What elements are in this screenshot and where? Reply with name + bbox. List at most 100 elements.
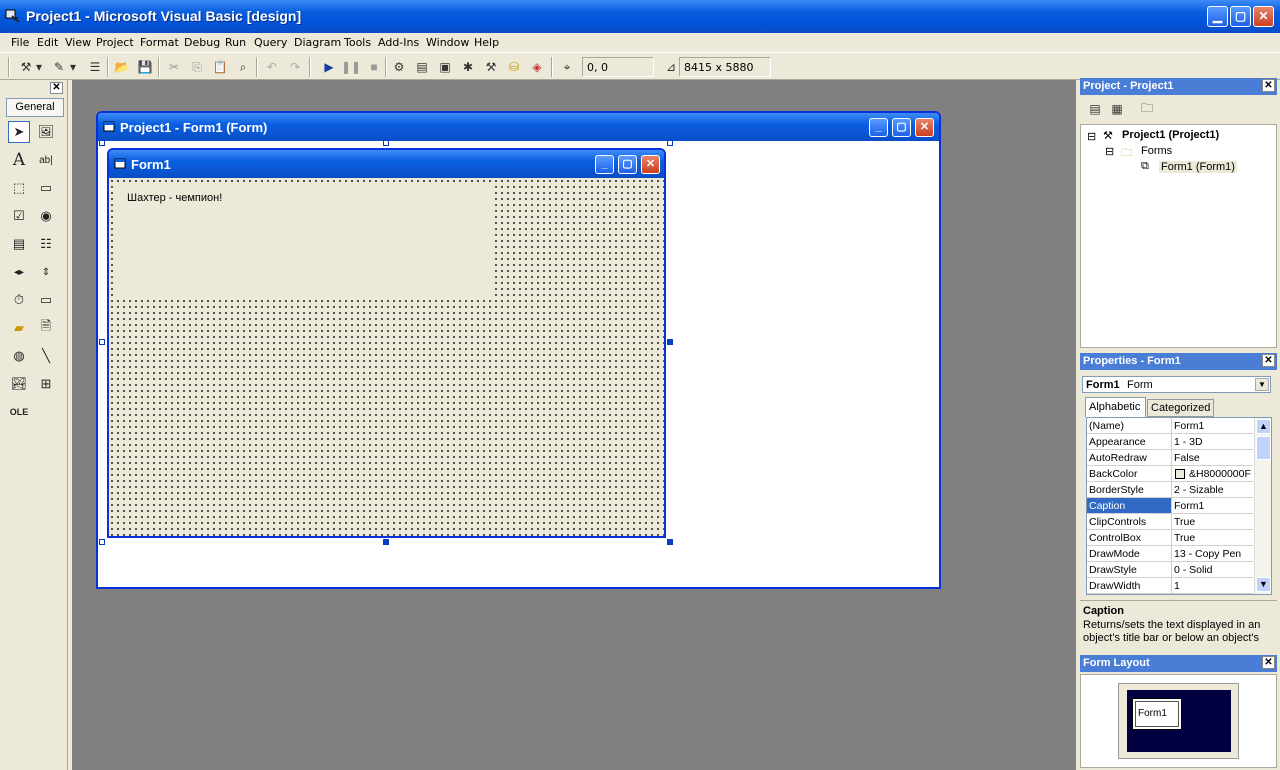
picturebox-tool-icon[interactable]: 🖼 xyxy=(35,121,57,143)
timer-tool-icon[interactable]: ⏱ xyxy=(8,289,30,311)
menu-run[interactable]: Run xyxy=(225,36,246,49)
project-explorer-header[interactable]: Project - Project1 ✕ xyxy=(1080,78,1277,95)
pointer-tool-icon[interactable]: ➤ xyxy=(8,121,30,143)
object-browser-icon[interactable]: ✱ xyxy=(459,58,477,76)
break-icon[interactable]: ❚❚ xyxy=(341,58,361,76)
toolbar-grip[interactable] xyxy=(8,57,10,77)
tab-categorized[interactable]: Categorized xyxy=(1147,399,1214,417)
scroll-up-icon[interactable]: ▲ xyxy=(1256,419,1271,434)
dirlistbox-tool-icon[interactable]: ▰ xyxy=(8,317,30,339)
toolbox-close-icon[interactable]: ✕ xyxy=(50,82,63,94)
textbox-tool-icon[interactable]: ab| xyxy=(35,149,57,171)
menu-debug[interactable]: Debug xyxy=(184,36,220,49)
tree-form1-item[interactable]: Form1 (Form1) xyxy=(1159,161,1237,173)
designer-minimize-button[interactable]: _ xyxy=(869,118,888,137)
property-value[interactable]: 1 xyxy=(1174,580,1252,592)
commandbutton-tool-icon[interactable]: ▭ xyxy=(35,177,57,199)
property-scrollbar[interactable]: ▲ ▼ xyxy=(1254,418,1271,594)
start-icon[interactable]: ▶ xyxy=(320,58,338,76)
scroll-thumb[interactable] xyxy=(1256,436,1271,460)
property-row[interactable]: AutoRedraw False xyxy=(1087,450,1253,466)
menu-add-ins[interactable]: Add-Ins xyxy=(378,36,419,49)
chevron-down-icon[interactable]: ▼ xyxy=(1255,378,1269,391)
filelistbox-tool-icon[interactable]: 🗎 xyxy=(35,317,57,339)
find-icon[interactable]: ⌕ xyxy=(234,58,252,76)
listbox-tool-icon[interactable]: ☷ xyxy=(35,233,57,255)
form-preview[interactable]: Form1 xyxy=(1132,698,1182,730)
toolbox-icon[interactable]: ⚒ xyxy=(482,58,500,76)
cut-icon[interactable]: ✂ xyxy=(165,58,183,76)
menu-project[interactable]: Project xyxy=(96,36,134,49)
property-value[interactable]: Form1 xyxy=(1174,500,1252,512)
property-value[interactable]: True xyxy=(1174,532,1252,544)
line-tool-icon[interactable]: ╲ xyxy=(35,345,57,367)
tree-forms-folder[interactable]: Forms xyxy=(1141,145,1172,157)
designer-title-bar[interactable]: Project1 - Form1 (Form) _ ▢ ✕ xyxy=(98,113,939,141)
undo-icon[interactable]: ↶ xyxy=(263,58,281,76)
label-tool-icon[interactable]: A xyxy=(8,149,30,171)
property-row[interactable]: BackColor &H8000000F xyxy=(1087,466,1253,482)
form-layout-close-icon[interactable]: ✕ xyxy=(1262,656,1275,669)
properties-window-icon[interactable]: ▤ xyxy=(413,58,431,76)
property-row[interactable]: BorderStyle 2 - Sizable xyxy=(1087,482,1253,498)
hscrollbar-tool-icon[interactable]: ◂▸ xyxy=(8,261,30,283)
copy-icon[interactable]: ⎘ xyxy=(188,58,206,76)
view-code-icon[interactable]: ▤ xyxy=(1086,100,1104,118)
menu-window[interactable]: Window xyxy=(426,36,469,49)
frame-tool-icon[interactable]: ⬚ xyxy=(8,177,30,199)
property-value[interactable]: Form1 xyxy=(1174,420,1252,432)
menu-tools[interactable]: Tools xyxy=(344,36,371,49)
property-row[interactable]: DrawMode 13 - Copy Pen xyxy=(1087,546,1253,562)
tree-collapse-icon[interactable]: ⊟ xyxy=(1105,145,1114,158)
property-row[interactable]: Appearance 1 - 3D xyxy=(1087,434,1253,450)
maximize-button[interactable]: ▢ xyxy=(1230,6,1251,27)
shape-tool-icon[interactable]: ◍ xyxy=(8,345,30,367)
tab-alphabetic[interactable]: Alphabetic xyxy=(1085,397,1146,417)
tree-collapse-icon[interactable]: ⊟ xyxy=(1087,130,1096,143)
property-value[interactable]: 2 - Sizable xyxy=(1174,484,1252,496)
label-control[interactable]: Шахтер - чемпион! xyxy=(117,186,491,296)
properties-close-icon[interactable]: ✕ xyxy=(1262,354,1275,367)
project-explorer-close-icon[interactable]: ✕ xyxy=(1262,79,1275,92)
form1-maximize-button[interactable]: ▢ xyxy=(618,155,637,174)
data-tool-icon[interactable]: ⊞ xyxy=(35,373,57,395)
form1-close-button[interactable]: ✕ xyxy=(641,155,660,174)
properties-header[interactable]: Properties - Form1 ✕ xyxy=(1080,353,1277,370)
menu-diagram[interactable]: Diagram xyxy=(294,36,341,49)
checkbox-tool-icon[interactable]: ☑ xyxy=(8,205,30,227)
property-value[interactable]: 13 - Copy Pen xyxy=(1174,548,1252,560)
resize-handle[interactable] xyxy=(667,539,673,545)
toolbox-general-tab[interactable]: General xyxy=(6,98,64,117)
app-title-bar[interactable]: Project1 - Microsoft Visual Basic [desig… xyxy=(0,0,1280,33)
view-object-icon[interactable]: ▦ xyxy=(1108,100,1126,118)
form-layout-header[interactable]: Form Layout ✕ xyxy=(1080,655,1277,672)
add-form-icon[interactable]: ✎ xyxy=(50,58,68,76)
property-value[interactable]: 0 - Solid xyxy=(1174,564,1252,576)
object-selector[interactable]: Form1 Form ▼ xyxy=(1082,376,1271,393)
scroll-down-icon[interactable]: ▼ xyxy=(1256,577,1271,592)
ole-tool-icon[interactable]: OLE xyxy=(8,401,30,423)
designer-close-button[interactable]: ✕ xyxy=(915,118,934,137)
redo-icon[interactable]: ↷ xyxy=(286,58,304,76)
form1-minimize-button[interactable]: _ xyxy=(595,155,614,174)
property-row[interactable]: ControlBox True xyxy=(1087,530,1253,546)
menu-help[interactable]: Help xyxy=(474,36,499,49)
form1-title-bar[interactable]: Form1 _ ▢ ✕ xyxy=(109,150,664,178)
paste-icon[interactable]: 📋 xyxy=(211,58,229,76)
form-layout-icon[interactable]: ▣ xyxy=(436,58,454,76)
form1-design-surface[interactable]: Шахтер - чемпион! xyxy=(109,178,664,536)
property-row[interactable]: ClipControls True xyxy=(1087,514,1253,530)
image-tool-icon[interactable]: 🏞 xyxy=(8,373,30,395)
open-project-icon[interactable]: 📂 xyxy=(113,58,131,76)
property-value[interactable]: False xyxy=(1174,452,1252,464)
toggle-folders-icon[interactable]: 🗀 xyxy=(1138,100,1156,118)
project-explorer-icon[interactable]: ⚙ xyxy=(390,58,408,76)
data-view-icon[interactable]: ⛁ xyxy=(505,58,523,76)
drivelistbox-tool-icon[interactable]: ▭ xyxy=(35,289,57,311)
property-value[interactable]: 1 - 3D xyxy=(1174,436,1252,448)
menu-view[interactable]: View xyxy=(65,36,91,49)
vscrollbar-tool-icon[interactable]: ⇕ xyxy=(35,261,57,283)
property-row[interactable]: DrawStyle 0 - Solid xyxy=(1087,562,1253,578)
menu-format[interactable]: Format xyxy=(140,36,179,49)
menu-editor-icon[interactable]: ☰ xyxy=(86,58,104,76)
